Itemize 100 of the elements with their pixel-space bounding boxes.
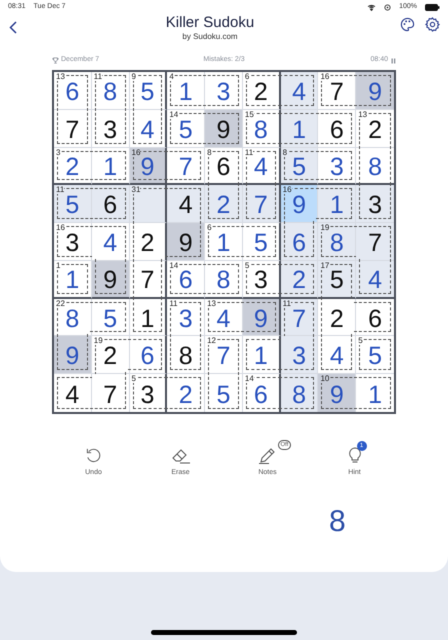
cell-digit: 9 — [254, 304, 268, 333]
cell-digit: 2 — [140, 228, 154, 257]
grid-cell[interactable]: 6 — [130, 336, 168, 374]
grid-cell[interactable]: 1 — [242, 336, 281, 374]
grid-cell[interactable]: 31 — [130, 185, 168, 224]
grid-cell[interactable]: 14 6 — [242, 374, 281, 412]
cell-digit: 3 — [330, 152, 344, 181]
cage-sum: 14 — [244, 375, 254, 384]
grid-cell[interactable]: 9 — [54, 336, 92, 374]
cell-digit: 3 — [216, 78, 230, 106]
grid-cell[interactable]: 4 — [92, 223, 130, 261]
cell-digit: 2 — [103, 342, 118, 370]
cage-sum: 11 — [169, 300, 178, 308]
grid-cell[interactable]: 8 — [167, 336, 206, 374]
grid-cell[interactable]: 8 — [280, 374, 318, 412]
grid-cell[interactable]: 3 — [318, 148, 356, 186]
grid-cell[interactable]: 5 3 — [130, 374, 168, 412]
cell-digit: 5 — [292, 152, 306, 181]
cell-digit: 2 — [178, 380, 193, 409]
cell-digit: 5 — [254, 228, 268, 257]
cell-digit: 9 — [103, 266, 118, 294]
cell-digit: 5 — [178, 116, 193, 144]
cell-digit: 6 — [103, 191, 118, 220]
cell-digit: 7 — [140, 266, 154, 294]
grid-cell[interactable]: 7 — [92, 374, 130, 412]
cage-sum: 13 — [358, 110, 368, 119]
grid-cell[interactable]: 6 — [280, 223, 318, 261]
grid-cell[interactable]: 3 — [280, 336, 318, 374]
pause-icon[interactable] — [391, 58, 396, 64]
cage-sum: 6 — [244, 73, 250, 81]
cage-sum: 10 — [320, 375, 330, 384]
grid-cell[interactable]: 9 — [242, 298, 281, 336]
palette-icon[interactable] — [400, 17, 415, 32]
cell-digit: 7 — [292, 304, 306, 333]
grid-cell[interactable]: 8 — [356, 148, 394, 186]
grid-cell[interactable]: 8 — [205, 260, 243, 299]
cage-sum: 5 — [244, 262, 250, 270]
grid-cell[interactable]: 4 — [280, 72, 318, 110]
grid-cell[interactable]: 4 — [54, 374, 92, 412]
grid-cell[interactable]: 6 — [92, 185, 130, 224]
grid-cell[interactable]: 7 — [54, 110, 92, 148]
grid-cell[interactable]: 1 — [92, 148, 130, 186]
cell-digit: 4 — [65, 380, 80, 409]
cell-digit: 8 — [254, 116, 268, 144]
grid-cell[interactable]: 7 — [356, 223, 394, 261]
cell-digit: 4 — [178, 191, 193, 220]
cell-digit: 5 — [140, 78, 154, 106]
cage-sum: 5 — [132, 375, 136, 384]
grid-cell[interactable]: 4 — [356, 260, 394, 299]
cell-digit: 7 — [103, 380, 118, 409]
grid-cell[interactable]: 1 — [356, 374, 394, 412]
cell-digit: 9 — [65, 342, 80, 370]
grid-cell[interactable]: 5 5 — [356, 336, 394, 374]
cell-digit: 2 — [368, 116, 382, 144]
grid-cell[interactable]: 1 — [318, 185, 356, 224]
grid-cell[interactable]: 2 — [167, 374, 206, 412]
cell-digit: 5 — [216, 380, 230, 409]
cage-sum: 17 — [320, 262, 330, 270]
grid-cell[interactable]: 5 — [242, 223, 281, 261]
cell-digit: 3 — [254, 266, 268, 294]
grid-cell[interactable]: 2 — [318, 298, 356, 336]
settings-icon[interactable] — [425, 17, 440, 32]
grid-cell[interactable]: 1 — [130, 298, 168, 336]
grid-cell[interactable]: 3 — [205, 72, 243, 110]
grid-cell[interactable]: 6 — [318, 110, 356, 148]
grid-cell[interactable]: 7 — [130, 260, 168, 299]
grid-cell[interactable]: 4 — [318, 336, 356, 374]
cell-digit: 9 — [178, 228, 193, 257]
grid-cell[interactable]: 2 — [130, 223, 168, 261]
cell-digit: 4 — [330, 342, 344, 370]
cell-digit: 1 — [65, 266, 80, 294]
cell-digit: 8 — [292, 380, 306, 409]
cell-digit: 2 — [254, 78, 268, 106]
wifi-icon — [367, 4, 376, 10]
cage-sum: 22 — [56, 300, 65, 308]
number-key[interactable]: 8 — [327, 504, 348, 538]
grid-cell[interactable]: 6 — [356, 298, 394, 336]
cell-digit: 8 — [103, 78, 118, 106]
grid-cell[interactable]: 9 — [167, 223, 206, 261]
grid-cell[interactable]: 9 — [205, 110, 243, 148]
cell-digit: 7 — [65, 116, 80, 144]
grid-cell[interactable]: 2 — [280, 260, 318, 299]
grid-cell[interactable]: 10 9 — [318, 374, 356, 412]
cage-sum: 14 — [169, 110, 178, 119]
grid-cell[interactable]: 5 — [205, 374, 243, 412]
grid-cell[interactable]: 9 — [92, 260, 130, 299]
cell-digit: 3 — [368, 191, 382, 220]
grid-cell[interactable]: 5 — [92, 298, 130, 336]
grid-cell[interactable]: 7 — [167, 148, 206, 186]
grid-cell[interactable]: 3 — [356, 185, 394, 224]
cage-sum: 16 — [132, 148, 140, 157]
grid-cell[interactable]: 4 — [130, 110, 168, 148]
grid-cell[interactable]: 9 — [356, 72, 394, 110]
cage-sum: 6 — [207, 224, 212, 232]
grid-cell[interactable]: 4 — [167, 185, 206, 224]
grid-cell[interactable]: 1 — [280, 110, 318, 148]
grid-cell[interactable]: 2 — [205, 185, 243, 224]
cell-digit: 9 — [216, 116, 230, 144]
grid-cell[interactable]: 3 — [92, 110, 130, 148]
grid-cell[interactable]: 7 — [242, 185, 281, 224]
